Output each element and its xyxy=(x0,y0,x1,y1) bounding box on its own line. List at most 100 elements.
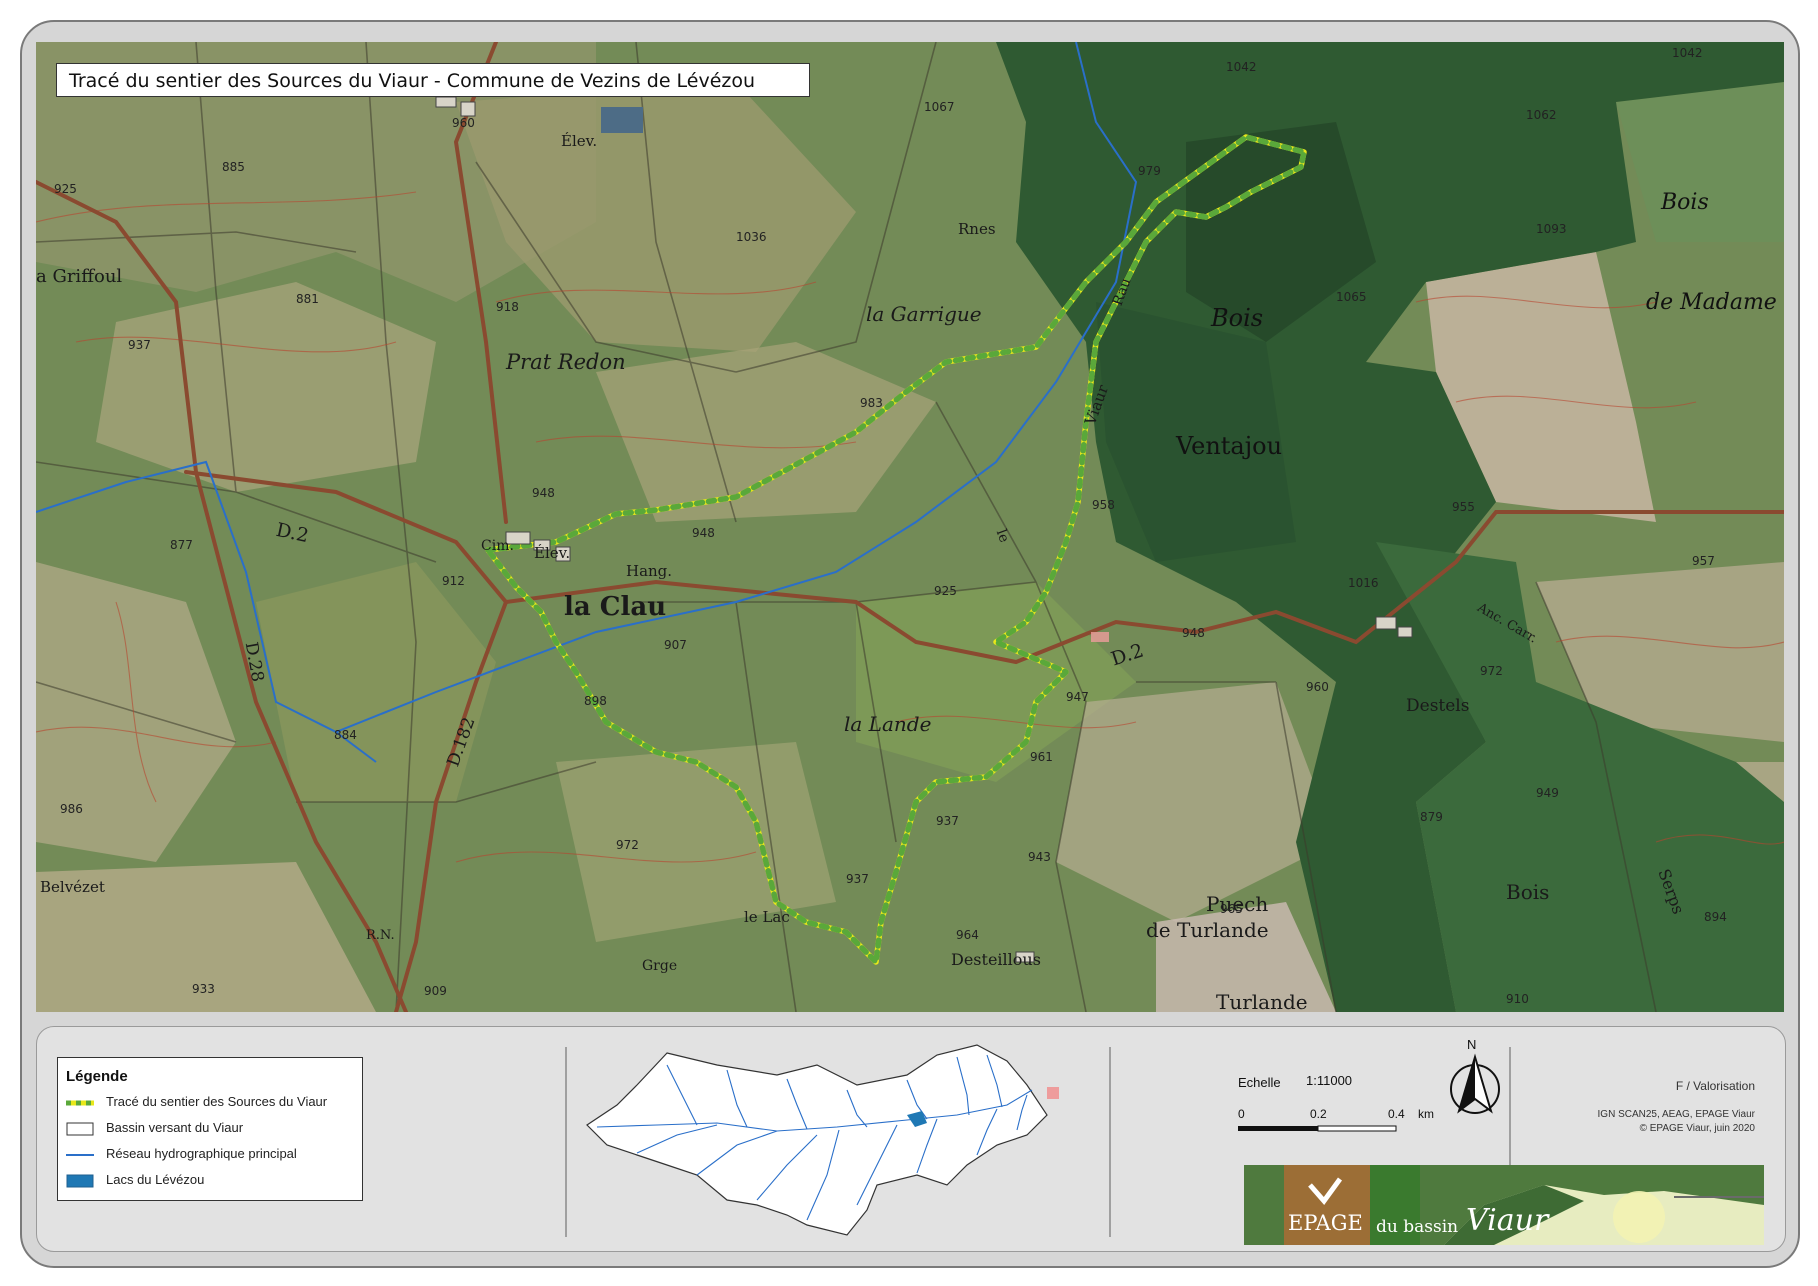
place-label: la Lande xyxy=(844,712,932,736)
basin-overview-map xyxy=(586,1044,1059,1236)
altitude-label: 958 xyxy=(1092,498,1115,512)
altitude-label: 881 xyxy=(296,292,319,306)
altitude-label: 972 xyxy=(1480,664,1503,678)
altitude-label: 961 xyxy=(1030,750,1053,764)
bottom-panel: Légende Tracé du sentier des Sources du … xyxy=(36,1026,1786,1252)
legend-label: Réseau hydrographique principal xyxy=(106,1146,297,1161)
altitude-label: 1062 xyxy=(1526,108,1557,122)
altitude-label: 960 xyxy=(1306,680,1329,694)
altitude-label: 948 xyxy=(692,526,715,540)
place-label: Bois xyxy=(1506,880,1550,904)
altitude-label: 1042 xyxy=(1226,60,1257,74)
north-arrow-icon xyxy=(1450,1053,1500,1114)
road-label: R.N. xyxy=(366,928,395,943)
legend-item-trail: Tracé du sentier des Sources du Viaur xyxy=(66,1092,356,1114)
legend-title: Légende xyxy=(66,1068,128,1085)
altitude-label: 910 xyxy=(1506,992,1529,1006)
altitude-label: 1016 xyxy=(1348,576,1379,590)
altitude-label: 979 xyxy=(1138,164,1161,178)
altitude-label: 964 xyxy=(956,928,979,942)
scale-bar xyxy=(1238,1125,1397,1132)
altitude-label: 947 xyxy=(1066,690,1089,704)
place-label: Belvézet xyxy=(40,878,105,896)
place-label: Élev. xyxy=(534,544,571,562)
place-label: le Lac xyxy=(744,908,790,926)
legend-item-lakes: Lacs du Lévézou xyxy=(66,1170,356,1192)
altitude-label: 986 xyxy=(60,802,83,816)
panel-divider xyxy=(565,1047,567,1237)
altitude-label: 907 xyxy=(664,638,687,652)
logo-text-viaur: Viaur xyxy=(1466,1203,1549,1238)
credit-line: F / Valorisation xyxy=(1675,1079,1755,1093)
place-label: Cim. xyxy=(481,538,514,554)
altitude-label: 898 xyxy=(584,694,607,708)
altitude-label: 943 xyxy=(1028,850,1051,864)
altitude-label: 983 xyxy=(860,396,883,410)
credit-line: IGN SCAN25, AEAG, EPAGE Viaur xyxy=(1597,1109,1755,1120)
place-label: Élev. xyxy=(561,132,598,150)
place-label: Desteillous xyxy=(951,950,1041,969)
legend-label: Tracé du sentier des Sources du Viaur xyxy=(106,1094,328,1109)
scale-tick: 0.4 xyxy=(1388,1107,1405,1121)
altitude-label: 957 xyxy=(1692,554,1715,568)
map-view[interactable]: Tracé du sentier des Sources du Viaur - … xyxy=(36,42,1784,1012)
place-label: Grge xyxy=(642,958,678,974)
basin-symbol-icon xyxy=(66,1122,94,1136)
place-label: Ventajou xyxy=(1176,432,1283,460)
river-symbol-icon xyxy=(66,1154,94,1156)
altitude-label: 925 xyxy=(934,584,957,598)
altitude-label: 1042 xyxy=(1672,46,1703,60)
place-label: Rnes xyxy=(958,220,996,238)
place-label: Bois xyxy=(1661,190,1709,215)
trail-symbol-icon xyxy=(66,1100,94,1106)
altitude-label: 879 xyxy=(1420,810,1443,824)
scale-unit: km xyxy=(1418,1107,1434,1121)
altitude-label: 955 xyxy=(1452,500,1475,514)
scale-tick: 0.2 xyxy=(1310,1107,1327,1121)
north-label: N xyxy=(1467,1037,1477,1052)
altitude-label: 912 xyxy=(442,574,465,588)
place-label: a Griffoul xyxy=(36,266,123,287)
map-title: Tracé du sentier des Sources du Viaur - … xyxy=(56,63,810,97)
scale-ratio: 1:11000 xyxy=(1306,1073,1353,1088)
altitude-label: 972 xyxy=(616,838,639,852)
altitude-label: 937 xyxy=(128,338,151,352)
place-label: Destels xyxy=(1406,696,1470,716)
altitude-label: 960 xyxy=(452,116,475,130)
place-label: Hang. xyxy=(626,562,673,580)
altitude-label: 937 xyxy=(936,814,959,828)
place-label: Turlande xyxy=(1216,990,1308,1012)
altitude-label: 1093 xyxy=(1536,222,1567,236)
place-label: de Madame xyxy=(1646,290,1777,315)
place-label: la Clau xyxy=(564,592,667,622)
legend-item-basin: Bassin versant du Viaur xyxy=(66,1118,356,1140)
legend-label: Bassin versant du Viaur xyxy=(106,1120,244,1135)
altitude-label: 948 xyxy=(1182,626,1205,640)
altitude-label: 918 xyxy=(496,300,519,314)
legend: Légende Tracé du sentier des Sources du … xyxy=(57,1057,363,1201)
altitude-label: 877 xyxy=(170,538,193,552)
altitude-label: 909 xyxy=(424,984,447,998)
epage-logo: EPAGE du bassin Viaur xyxy=(1244,1165,1764,1245)
altitude-label: 894 xyxy=(1704,910,1727,924)
lake-symbol-icon xyxy=(66,1174,94,1188)
altitude-label: 933 xyxy=(192,982,215,996)
logo-text-epage: EPAGE xyxy=(1288,1211,1363,1235)
panel-divider xyxy=(1109,1047,1111,1237)
scale-tick: 0 xyxy=(1238,1107,1245,1121)
place-label: la Garrigue xyxy=(866,302,982,326)
altitude-label: 1036 xyxy=(736,230,767,244)
legend-label: Lacs du Lévézou xyxy=(106,1172,205,1187)
altitude-label: 885 xyxy=(222,160,245,174)
credit-line: © EPAGE Viaur, juin 2020 xyxy=(1639,1123,1755,1134)
altitude-label: 937 xyxy=(846,872,869,886)
place-label: de Turlande xyxy=(1146,918,1269,942)
altitude-label: 949 xyxy=(1536,786,1559,800)
place-label: Prat Redon xyxy=(506,350,626,374)
logo-text-du-bassin: du bassin xyxy=(1376,1217,1459,1237)
altitude-label: 925 xyxy=(54,182,77,196)
altitude-label: 948 xyxy=(532,486,555,500)
altitude-label: 965 xyxy=(1220,902,1243,916)
scale-label: Echelle xyxy=(1238,1075,1281,1090)
place-label: Bois xyxy=(1211,304,1264,332)
